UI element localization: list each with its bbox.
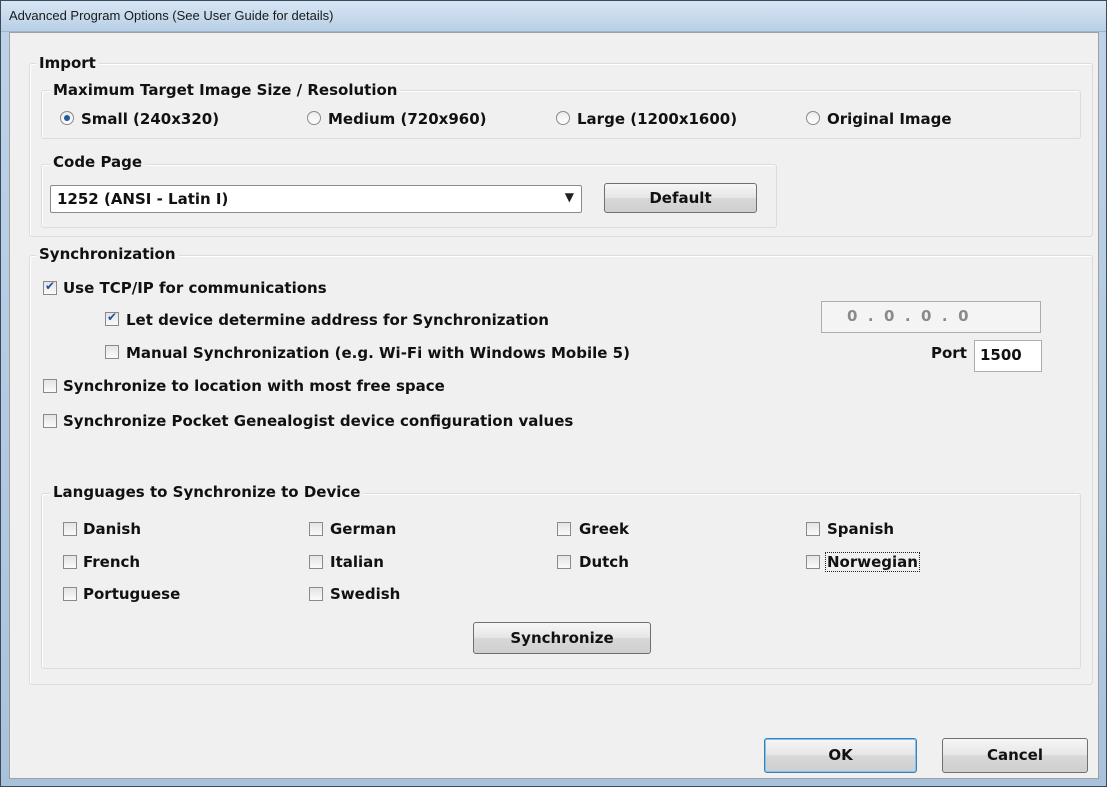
use-tcpip-label[interactable]: Use TCP/IP for communications (63, 279, 327, 297)
resolution-original-radio[interactable] (806, 111, 820, 125)
language-greek-label[interactable]: Greek (579, 520, 629, 538)
ip-address-field[interactable]: 0 . 0 . 0 . 0 (821, 301, 1041, 333)
language-dutch-label[interactable]: Dutch (579, 553, 629, 571)
language-french-checkbox[interactable] (63, 555, 77, 569)
resolution-medium-radio[interactable] (307, 111, 321, 125)
language-french-label[interactable]: French (83, 553, 140, 571)
language-swedish-checkbox[interactable] (309, 587, 323, 601)
default-code-page-button[interactable]: Default (604, 183, 757, 213)
ok-button[interactable]: OK (764, 738, 917, 773)
pg-config-checkbox[interactable] (43, 414, 57, 428)
language-spanish-label[interactable]: Spanish (827, 520, 894, 538)
languages-group-label: Languages to Synchronize to Device (50, 483, 364, 501)
code-page-value: 1252 (ANSI - Latin I) (57, 190, 229, 208)
use-tcpip-checkbox[interactable] (43, 279, 57, 295)
pg-config-label[interactable]: Synchronize Pocket Genealogist device co… (63, 412, 573, 430)
manual-sync-label[interactable]: Manual Synchronization (e.g. Wi-Fi with … (126, 344, 630, 362)
synchronize-button[interactable]: Synchronize (473, 622, 651, 654)
language-german-label[interactable]: German (330, 520, 396, 538)
port-value: 1500 (980, 346, 1022, 364)
resolution-small-radio[interactable] (60, 111, 74, 125)
dialog-window: Advanced Program Options (See User Guide… (0, 0, 1107, 787)
language-greek-checkbox[interactable] (557, 522, 571, 536)
language-norwegian-checkbox[interactable] (806, 555, 820, 569)
language-german-checkbox[interactable] (309, 522, 323, 536)
cancel-button[interactable]: Cancel (942, 738, 1088, 773)
most-free-space-checkbox[interactable] (43, 379, 57, 393)
import-group-label: Import (36, 54, 99, 72)
language-italian-checkbox[interactable] (309, 555, 323, 569)
ip-address-value: 0 . 0 . 0 . 0 (847, 307, 969, 325)
language-italian-label[interactable]: Italian (330, 553, 384, 571)
title-bar[interactable]: Advanced Program Options (See User Guide… (1, 1, 1106, 32)
resolution-large-radio[interactable] (556, 111, 570, 125)
language-portuguese-checkbox[interactable] (63, 587, 77, 601)
dialog-client-area: Import Maximum Target Image Size / Resol… (9, 32, 1099, 779)
window-title: Advanced Program Options (See User Guide… (9, 8, 334, 23)
resolution-medium-label[interactable]: Medium (720x960) (328, 110, 487, 128)
synchronization-group-label: Synchronization (36, 245, 179, 263)
language-swedish-label[interactable]: Swedish (330, 585, 400, 603)
language-portuguese-label[interactable]: Portuguese (83, 585, 180, 603)
chevron-down-icon[interactable]: ▼ (565, 190, 574, 204)
language-dutch-checkbox[interactable] (557, 555, 571, 569)
language-danish-checkbox[interactable] (63, 522, 77, 536)
port-input[interactable]: 1500 (974, 340, 1042, 372)
manual-sync-checkbox[interactable] (105, 345, 119, 359)
resolution-group-label: Maximum Target Image Size / Resolution (50, 81, 401, 99)
resolution-large-label[interactable]: Large (1200x1600) (577, 110, 737, 128)
let-device-determine-checkbox[interactable] (105, 310, 119, 326)
most-free-space-label[interactable]: Synchronize to location with most free s… (63, 377, 445, 395)
resolution-original-label[interactable]: Original Image (827, 110, 952, 128)
port-label: Port (931, 344, 967, 362)
language-spanish-checkbox[interactable] (806, 522, 820, 536)
let-device-determine-label[interactable]: Let device determine address for Synchro… (126, 311, 549, 329)
resolution-small-label[interactable]: Small (240x320) (81, 110, 219, 128)
language-danish-label[interactable]: Danish (83, 520, 141, 538)
code-page-select[interactable]: 1252 (ANSI - Latin I) ▼ (50, 185, 582, 213)
language-norwegian-label[interactable]: Norwegian (825, 552, 920, 572)
code-page-label: Code Page (50, 153, 146, 171)
